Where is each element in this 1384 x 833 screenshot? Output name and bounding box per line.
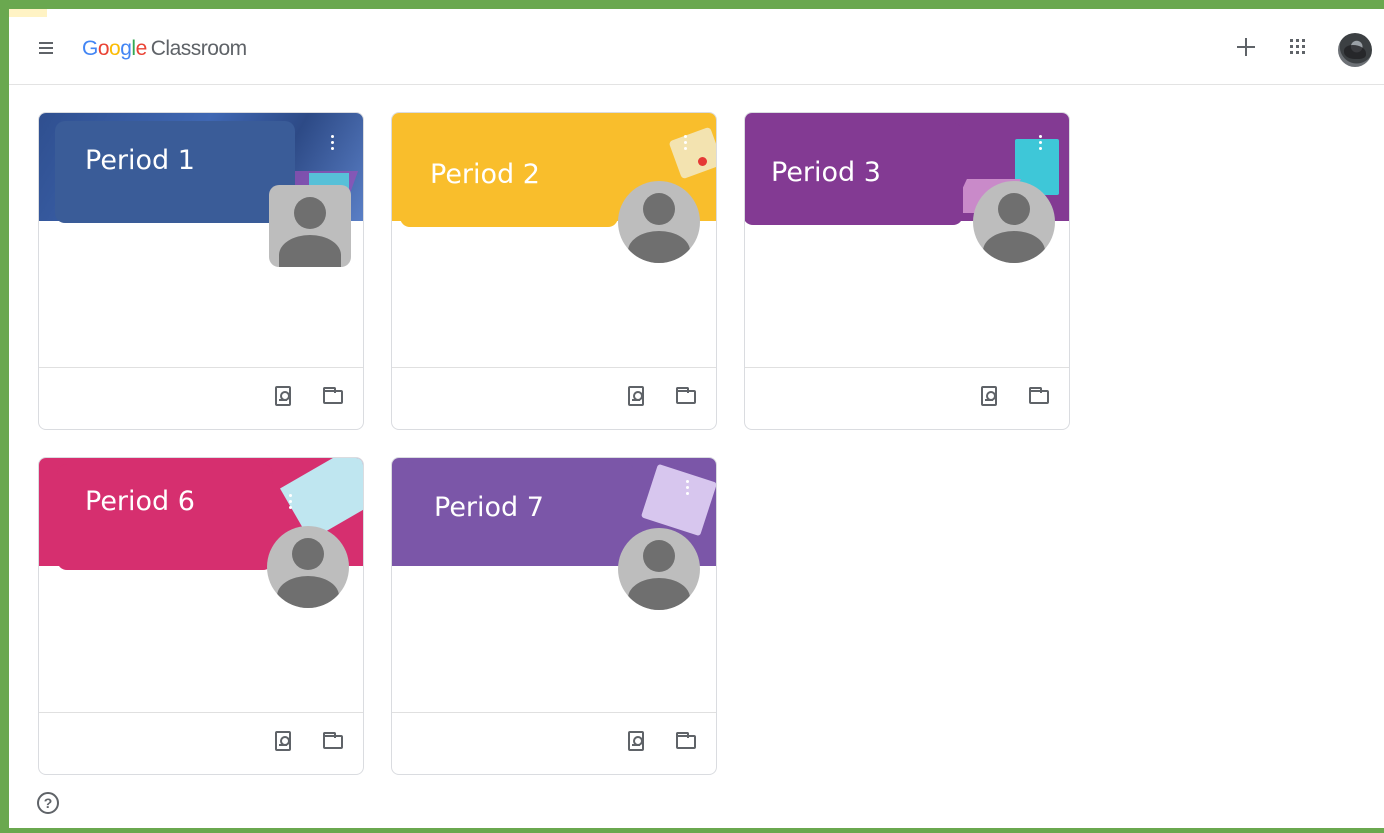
class-card-period-1[interactable]: Period 1 — [38, 112, 364, 430]
class-card-period-7[interactable]: Period 7 — [391, 457, 717, 775]
google-wordmark: Google — [82, 37, 147, 61]
class-card-period-3[interactable]: Period 3 — [744, 112, 1070, 430]
create-or-join-class-button[interactable] — [1234, 35, 1258, 59]
teacher-avatar — [269, 185, 351, 267]
card-footer — [745, 367, 1069, 429]
class-card-period-2[interactable]: Period 2 — [391, 112, 717, 430]
teacher-avatar — [618, 181, 700, 263]
card-footer — [39, 712, 363, 774]
more-options-icon[interactable] — [289, 494, 293, 512]
folder-icon[interactable] — [676, 387, 696, 404]
teacher-avatar — [618, 528, 700, 610]
card-footer — [39, 367, 363, 429]
class-title[interactable]: Period 2 — [430, 159, 540, 190]
account-avatar[interactable] — [1338, 33, 1372, 67]
class-title[interactable]: Period 1 — [85, 145, 195, 176]
assignment-icon[interactable] — [275, 731, 291, 751]
menu-icon-line — [39, 52, 53, 54]
google-wordmark-letter: o — [97, 37, 110, 60]
teacher-avatar — [973, 181, 1055, 263]
folder-icon[interactable] — [323, 732, 343, 749]
card-footer — [392, 367, 716, 429]
main-menu-button[interactable] — [37, 39, 57, 55]
folder-icon[interactable] — [676, 732, 696, 749]
google-wordmark-letter: g — [120, 37, 132, 60]
class-title[interactable]: Period 3 — [771, 157, 881, 188]
google-wordmark-letter: e — [135, 37, 148, 60]
assignment-icon[interactable] — [628, 386, 644, 406]
google-wordmark-letter: G — [82, 37, 98, 60]
class-title-tile[interactable] — [57, 464, 273, 570]
assignment-icon[interactable] — [275, 386, 291, 406]
google-classroom-logo[interactable]: Google Classroom — [82, 37, 247, 61]
class-title[interactable]: Period 7 — [434, 492, 544, 523]
teacher-avatar — [267, 526, 349, 608]
more-options-icon[interactable] — [686, 480, 690, 498]
menu-icon-line — [39, 42, 53, 44]
google-wordmark-letter: o — [109, 37, 121, 60]
class-card-period-6[interactable]: Period 6 — [38, 457, 364, 775]
google-apps-button[interactable] — [1290, 39, 1306, 55]
folder-icon[interactable] — [323, 387, 343, 404]
assignment-icon[interactable] — [628, 731, 644, 751]
help-icon[interactable]: ? — [37, 792, 59, 814]
folder-icon[interactable] — [1029, 387, 1049, 404]
product-name: Classroom — [150, 37, 247, 60]
class-title[interactable]: Period 6 — [85, 486, 195, 517]
more-options-icon[interactable] — [1039, 135, 1043, 153]
top-app-bar: Google Classroom — [9, 9, 1384, 85]
more-options-icon[interactable] — [331, 135, 335, 153]
card-footer — [392, 712, 716, 774]
more-options-icon[interactable] — [684, 135, 688, 153]
assignment-icon[interactable] — [981, 386, 997, 406]
menu-icon-line — [39, 47, 53, 49]
